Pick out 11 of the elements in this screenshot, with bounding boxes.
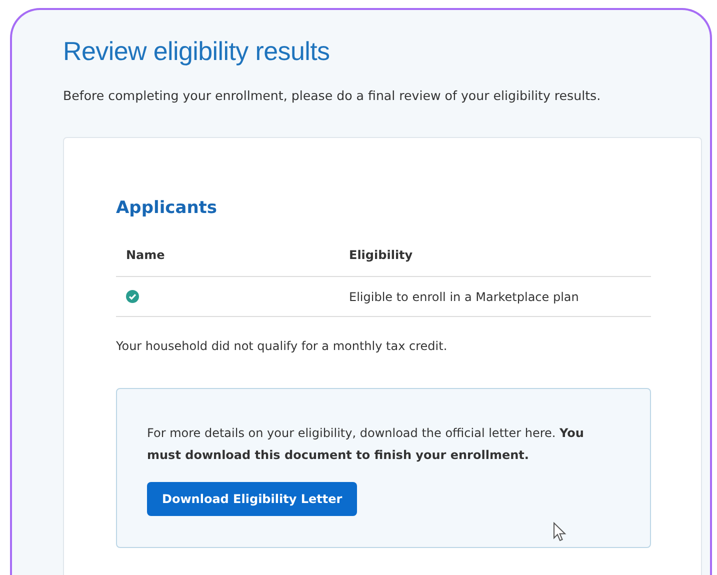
column-header: Eligibility	[349, 248, 413, 262]
info-text: For more details on your eligibility, download the official letter here. You must download this document to finish your enrollment.	[147, 425, 585, 464]
table-cell: Eligible to enroll in a Marketplace plan	[349, 290, 579, 304]
cursor-icon	[553, 522, 567, 542]
intro-text: Before completing your enrollment, please do a final review of your eligibility results.	[63, 88, 602, 103]
page-title: Review eligibility results	[63, 36, 331, 67]
download-button[interactable]: Download Eligibility Letter	[147, 482, 358, 516]
section-heading: Applicants	[116, 198, 218, 218]
note-text: Your household did not qualify for a monthly tax credit.	[116, 339, 448, 353]
column-header: Name	[125, 248, 166, 262]
check-circle-icon	[126, 290, 139, 303]
